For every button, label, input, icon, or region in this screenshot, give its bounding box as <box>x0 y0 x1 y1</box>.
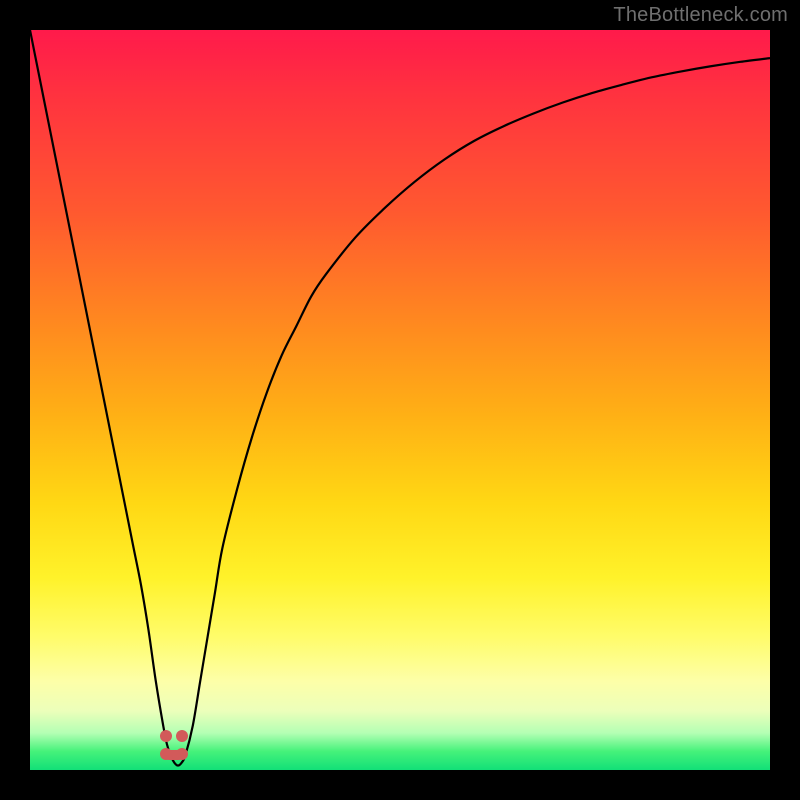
outer-frame: TheBottleneck.com <box>0 0 800 800</box>
marker-dot-left <box>160 730 172 742</box>
watermark-text: TheBottleneck.com <box>613 4 788 27</box>
marker-dot-right <box>176 730 188 742</box>
plot-area <box>30 30 770 770</box>
marker-bridge <box>164 750 184 760</box>
bottleneck-curve <box>30 30 770 770</box>
curve-path <box>30 30 770 766</box>
optimal-marker <box>160 730 188 760</box>
